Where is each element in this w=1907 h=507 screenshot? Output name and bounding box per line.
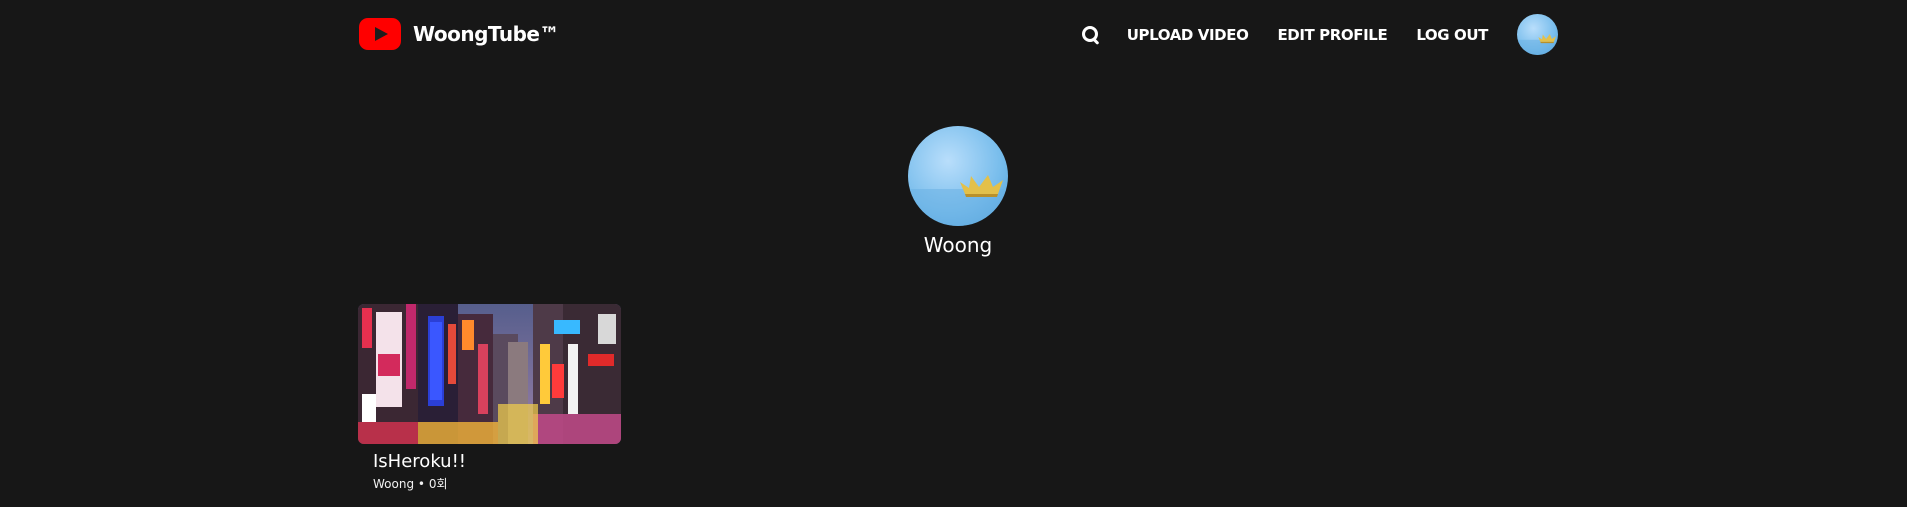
video-views: 0회: [428, 477, 448, 491]
log-out-link[interactable]: LOG OUT: [1416, 26, 1488, 44]
profile-avatar: [908, 126, 1008, 226]
edit-profile-link[interactable]: EDIT PROFILE: [1277, 26, 1387, 44]
brand-name: WoongTube™: [413, 22, 559, 46]
meta-separator: •: [417, 477, 425, 491]
city-street-thumbnail-image: [358, 304, 621, 444]
site-header: WoongTube™ UPLOAD VIDEO EDIT PROFILE LOG…: [0, 0, 1907, 70]
profile-name: Woong: [923, 233, 993, 257]
video-thumbnail[interactable]: [358, 304, 621, 444]
user-avatar[interactable]: [1517, 14, 1558, 55]
profile-crown-image: [908, 126, 1008, 226]
video-title[interactable]: IsHeroku!!: [373, 451, 621, 472]
search-icon[interactable]: [1081, 25, 1101, 45]
avatar-crown-image: [1517, 14, 1558, 55]
upload-video-link[interactable]: UPLOAD VIDEO: [1127, 26, 1249, 44]
video-card[interactable]: IsHeroku!! Woong • 0회: [358, 304, 621, 492]
brand-logo-link[interactable]: WoongTube™: [359, 18, 559, 50]
play-logo-icon: [359, 18, 401, 50]
video-meta: Woong • 0회: [373, 475, 621, 492]
video-author[interactable]: Woong: [373, 477, 414, 491]
main-nav: UPLOAD VIDEO EDIT PROFILE LOG OUT: [1081, 14, 1558, 55]
